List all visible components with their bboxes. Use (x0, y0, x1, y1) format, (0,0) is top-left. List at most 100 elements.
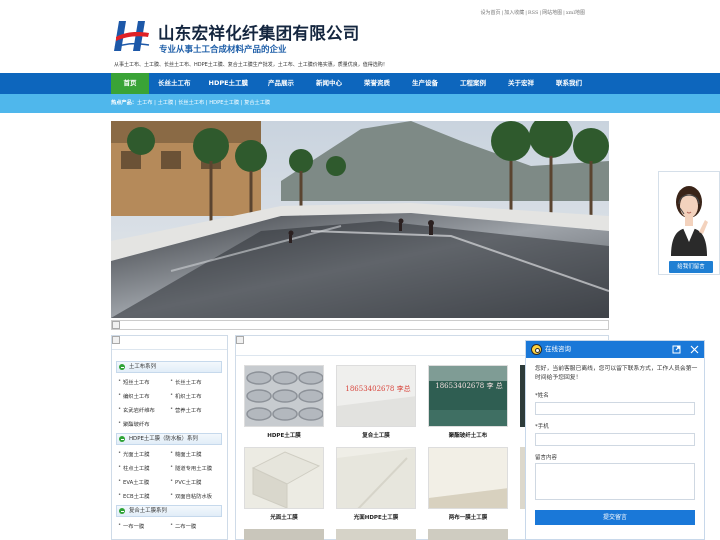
product-image[interactable]: 18653402678 李 总 (428, 365, 508, 427)
broken-image-icon (112, 336, 120, 344)
nav-home[interactable]: 首页 (111, 73, 149, 94)
nav-honors[interactable]: 荣誉资质 (353, 73, 401, 94)
sidebar-item[interactable]: EVA土工膜 (118, 478, 149, 486)
service-agent-avatar (659, 172, 719, 258)
product-image[interactable]: 18653402678 李总 (336, 365, 416, 427)
top-link-favorite[interactable]: 加入收藏 (504, 10, 524, 16)
product-watermark: 18653402678 李总 (345, 385, 411, 393)
banner-image[interactable] (111, 121, 609, 318)
company-intro: 从事土工布、土工膜、长丝土工布、HDPE土工膜、复合土工膜生产批发，土工布、土工… (114, 62, 388, 68)
category-title: HDPE土工膜（防水板）系列 (129, 436, 198, 442)
product-card[interactable]: 光面HDPE土工膜 (336, 447, 416, 521)
sidebar-item[interactable]: 柱点土工膜 (118, 464, 150, 472)
nav-cases[interactable]: 工程案例 (449, 73, 497, 94)
hot-link[interactable]: 长丝土工布 (178, 100, 204, 106)
submit-message-button[interactable]: 提交留言 (535, 510, 695, 525)
product-image[interactable] (244, 365, 324, 427)
product-name[interactable]: 光面土工膜 (244, 513, 324, 521)
minus-circle-icon (119, 364, 125, 370)
sidebar-item[interactable]: 隧道专用土工膜 (170, 464, 212, 472)
nav-about[interactable]: 关于宏祥 (497, 73, 545, 94)
product-name[interactable]: HDPE土工膜 (244, 431, 324, 439)
leave-message-button[interactable]: 给我们留言 (669, 261, 713, 273)
hot-link[interactable]: 土工膜 (158, 100, 174, 106)
product-image[interactable] (244, 447, 324, 509)
product-image[interactable] (428, 447, 508, 509)
top-link-rss[interactable]: RSS (528, 10, 539, 16)
hot-link[interactable]: HDPE土工膜 (209, 100, 239, 106)
name-label: *姓名 (535, 393, 549, 399)
sidebar-item[interactable]: 二布一膜 (170, 522, 196, 530)
sidebar-item[interactable]: 聚酯玻纤布 (118, 420, 150, 428)
chat-title: 在线咨询 (545, 345, 571, 353)
phone-input[interactable] (535, 433, 695, 446)
broken-image-icon (112, 321, 120, 329)
company-name: 山东宏祥化纤集团有限公司 (158, 24, 360, 43)
product-image[interactable] (336, 447, 416, 509)
product-card[interactable]: 18653402678 李 总 聚酯玻纤土工布 (428, 365, 508, 439)
sidebar-item[interactable]: ECB土工膜 (118, 492, 150, 500)
top-links: 设为首页|加入收藏|RSS|网站地图|xml地图 (480, 10, 586, 16)
close-icon[interactable] (690, 345, 699, 354)
nav-news[interactable]: 新闻中心 (305, 73, 353, 94)
sidebar-item[interactable]: 编织土工布 (118, 392, 150, 400)
nav-filament-geotextile[interactable]: 长丝土工布 (149, 73, 200, 94)
product-image-partial[interactable] (428, 529, 508, 540)
product-category-sidebar: 土工布系列 短丝土工布 长丝土工布 编织土工布 机织土工布 玄武岩纤维布 营养土… (111, 335, 228, 540)
sidebar-item[interactable]: 营养土工布 (170, 406, 202, 414)
chat-header: 在线咨询 (526, 341, 704, 358)
product-name[interactable]: 复合土工膜 (336, 431, 416, 439)
product-watermark: 18653402678 李 总 (435, 382, 503, 390)
sidebar-item[interactable]: 糙面土工膜 (170, 450, 202, 458)
main-nav: 首页 长丝土工布 HDPE土工膜 产品展示 新闻中心 荣誉资质 生产设备 工程案… (0, 73, 720, 94)
category-title: 土工布系列 (129, 364, 156, 370)
category-hdpe[interactable]: HDPE土工膜（防水板）系列 (116, 433, 222, 445)
sidebar-item[interactable]: 玄武岩纤维布 (118, 406, 155, 414)
online-consult-widget: 在线咨询 您好，当前客服已离线，您可以留下联系方式，工作人员会第一时间给予您回复… (525, 340, 705, 540)
broken-image-icon (236, 336, 244, 344)
hot-link[interactable]: 复合土工膜 (244, 100, 270, 106)
top-link-sitemap[interactable]: 网站地图 (542, 10, 562, 16)
sidebar-item[interactable]: 一布一膜 (118, 522, 144, 530)
sidebar-item[interactable]: 长丝土工布 (170, 378, 202, 386)
nav-contact[interactable]: 联系我们 (545, 73, 593, 94)
product-card[interactable]: 光面土工膜 (244, 447, 324, 521)
hot-link[interactable]: 土工布 (137, 100, 153, 106)
sidebar-item[interactable]: 光面土工膜 (118, 450, 150, 458)
chat-offline-message: 您好，当前客服已离线，您可以留下联系方式，工作人员会第一时间给予您回复！ (535, 366, 698, 381)
nav-hdpe-geomembrane[interactable]: HDPE土工膜 (200, 73, 258, 94)
product-image-partial[interactable] (336, 529, 416, 540)
company-logo[interactable] (113, 17, 151, 55)
sidebar-item[interactable]: 双面自粘防水板 (170, 492, 212, 500)
product-name[interactable]: 两布一膜土工膜 (428, 513, 508, 521)
sidebar-item[interactable]: 机织土工布 (170, 392, 202, 400)
expand-icon[interactable] (672, 345, 681, 354)
product-name[interactable]: 聚酯玻纤土工布 (428, 431, 508, 439)
product-name[interactable]: 光面HDPE土工膜 (336, 513, 416, 521)
category-composite[interactable]: 复合土工膜系列 (116, 505, 222, 517)
product-card[interactable]: 18653402678 李总 复合土工膜 (336, 365, 416, 439)
category-title: 复合土工膜系列 (129, 508, 167, 514)
sidebar-item[interactable]: 短丝土工布 (118, 378, 150, 386)
product-image-partial[interactable] (244, 529, 324, 540)
name-input[interactable] (535, 402, 695, 415)
product-card[interactable]: 两布一膜土工膜 (428, 447, 508, 521)
phone-label: *手机 (535, 424, 549, 430)
company-slogan: 专业从事土工合成材料产品的企业 (159, 45, 287, 55)
product-card[interactable]: HDPE土工膜 (244, 365, 324, 439)
hot-label: 热点产品： (111, 100, 137, 106)
customer-service-float: 给我们留言 (658, 171, 720, 275)
banner-photo (111, 121, 609, 318)
top-link-xml-sitemap[interactable]: xml地图 (566, 10, 585, 16)
nav-products[interactable]: 产品展示 (257, 73, 305, 94)
sidebar-header (112, 336, 227, 350)
category-geotextile[interactable]: 土工布系列 (116, 361, 222, 373)
chat-logo-icon (531, 344, 542, 355)
message-textarea[interactable] (535, 463, 695, 500)
top-link-home[interactable]: 设为首页 (481, 10, 501, 16)
minus-circle-icon (119, 508, 125, 514)
nav-equipment[interactable]: 生产设备 (401, 73, 449, 94)
message-label: 留言内容 (535, 455, 558, 461)
ad-strip[interactable] (111, 320, 609, 330)
sidebar-item[interactable]: PVC土工膜 (170, 478, 201, 486)
